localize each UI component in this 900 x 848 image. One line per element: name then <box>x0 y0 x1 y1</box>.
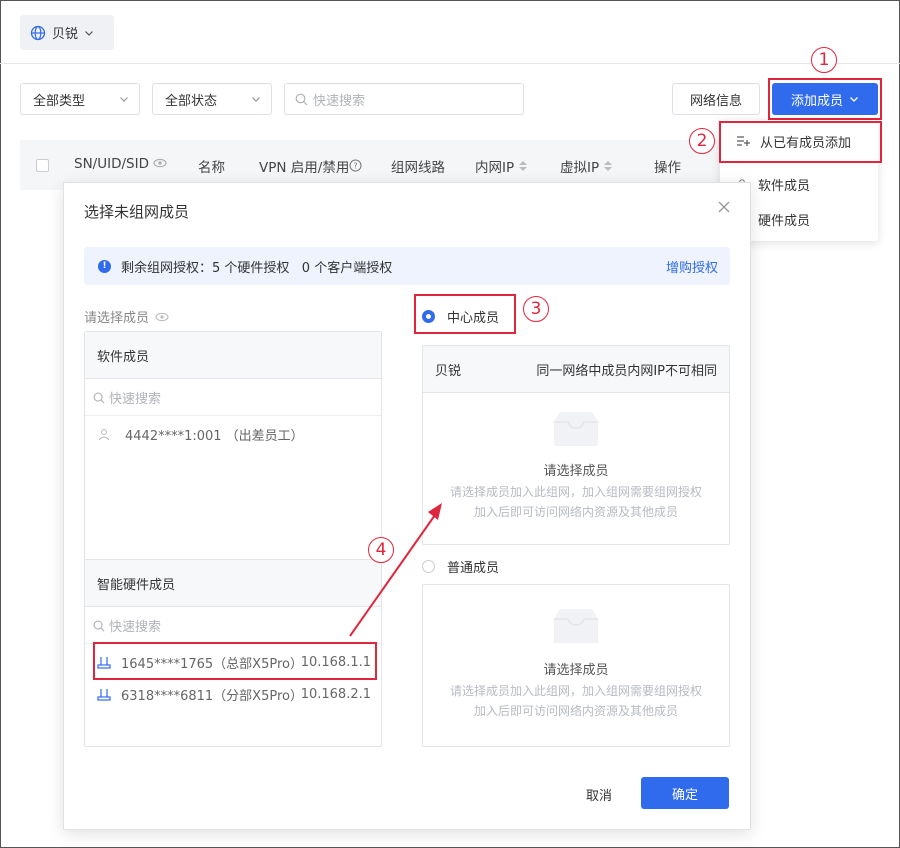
chevron-down-icon <box>120 97 128 102</box>
normal-member-radio[interactable]: 普通成员 <box>422 557 499 576</box>
annotation-box-4 <box>93 642 377 680</box>
member-name: 4442****1:001 （出差员工） <box>125 428 304 444</box>
annotation-box-2 <box>719 121 882 163</box>
empty-title: 请选择成员 <box>543 663 609 678</box>
help-icon: ? <box>349 159 362 172</box>
radio-unchecked[interactable] <box>422 560 435 573</box>
dialog-title: 选择未组网成员 <box>84 203 190 221</box>
empty-desc: 请选择成员加入此组网，加入组网需要组网授权 加入后即可访问网络内资源及其他成员 <box>449 684 702 718</box>
normal-member-label: 普通成员 <box>447 561 500 576</box>
center-ip-note: 同一网络中成员内网IP不可相同 <box>536 363 717 379</box>
normal-member-panel: 请选择成员 请选择成员加入此组网，加入组网需要组网授权 加入后即可访问网络内资源… <box>422 584 730 747</box>
member-ip: 10.168.2.1 <box>300 686 371 702</box>
divider <box>85 559 381 560</box>
col-virtual-ip: 虚拟IP <box>560 156 613 176</box>
network-name: 贝锐 <box>52 27 79 42</box>
select-all-checkbox[interactable] <box>36 158 49 172</box>
sort-icon[interactable] <box>603 160 613 172</box>
col-name: 名称 <box>198 160 225 176</box>
sort-icon[interactable] <box>518 160 528 172</box>
search-icon <box>295 93 308 105</box>
search-placeholder: 快速搜索 <box>313 93 366 109</box>
software-search-input[interactable]: 快速搜索 <box>85 380 381 416</box>
status-filter-select[interactable]: 全部状态 <box>152 83 272 115</box>
close-icon[interactable] <box>718 201 730 213</box>
col-actions: 操作 <box>654 160 681 176</box>
empty-inbox-icon <box>554 412 598 446</box>
top-divider <box>0 63 900 64</box>
member-select-label: 请选择成员 <box>84 307 169 326</box>
annotation-step-2: 2 <box>689 128 715 154</box>
divider <box>423 392 729 393</box>
network-selector[interactable]: 贝锐 <box>20 15 114 50</box>
license-info-bar: ! 剩余组网授权：5 个硬件授权 0 个客户端授权 增购授权 <box>84 247 730 285</box>
divider <box>85 606 381 607</box>
software-member-row[interactable]: 4442****1:001 （出差员工） <box>85 419 381 449</box>
status-filter-value: 全部状态 <box>165 93 218 109</box>
license-info-text: 剩余组网授权：5 个硬件授权 0 个客户端授权 <box>121 260 393 276</box>
col-sn: SN/UID/SID <box>74 156 167 172</box>
member-source-panel: 软件成员 快速搜索 4442****1:001 （出差员工） 智能硬件成员 快速… <box>84 331 382 747</box>
menu-item-label: 软件成员 <box>758 178 811 194</box>
center-member-panel: 贝锐 同一网络中成员内网IP不可相同 请选择成员 请选择成员加入此组网，加入组网… <box>422 345 730 545</box>
cancel-button[interactable]: 取消 <box>564 778 634 810</box>
col-vpn: VPN 启用/禁用? <box>259 156 362 176</box>
search-icon <box>93 620 105 631</box>
center-panel-header: 贝锐 同一网络中成员内网IP不可相同 <box>423 346 729 392</box>
center-network-name: 贝锐 <box>435 363 462 379</box>
col-line: 组网线路 <box>391 160 445 176</box>
type-filter-value: 全部类型 <box>33 93 86 109</box>
empty-inbox-icon <box>554 609 598 643</box>
select-members-dialog: 选择未组网成员 ! 剩余组网授权：5 个硬件授权 0 个客户端授权 增购授权 请… <box>63 182 751 830</box>
annotation-box-1 <box>768 78 882 120</box>
chevron-down-icon <box>252 97 260 102</box>
user-icon <box>98 429 110 441</box>
globe-icon <box>30 25 46 40</box>
hardware-members-header: 智能硬件成员 <box>85 560 381 606</box>
software-members-header: 软件成员 <box>85 332 381 378</box>
annotation-box-3 <box>414 294 516 334</box>
buy-license-link[interactable]: 增购授权 <box>666 257 718 276</box>
annotation-step-4: 4 <box>368 537 394 563</box>
eye-icon[interactable] <box>155 312 169 322</box>
confirm-button[interactable]: 确定 <box>641 777 729 809</box>
svg-text:?: ? <box>354 162 358 171</box>
type-filter-select[interactable]: 全部类型 <box>20 83 140 115</box>
annotation-step-1: 1 <box>811 47 837 73</box>
router-icon <box>97 689 111 701</box>
chevron-down-icon <box>85 30 93 36</box>
member-name: 6318****6811（分部X5Pro） <box>121 688 303 704</box>
annotation-step-3: 3 <box>523 296 549 322</box>
hardware-search-input[interactable]: 快速搜索 <box>85 608 381 644</box>
eye-icon <box>153 158 167 168</box>
divider <box>85 378 381 379</box>
empty-desc: 请选择成员加入此组网，加入组网需要组网授权 加入后即可访问网络内资源及其他成员 <box>449 485 702 519</box>
network-info-button[interactable]: 网络信息 <box>672 83 760 115</box>
empty-title: 请选择成员 <box>543 464 609 479</box>
hardware-member-row[interactable]: 6318****6811（分部X5Pro） 10.168.2.1 <box>85 679 381 709</box>
col-lan-ip: 内网IP <box>475 156 528 176</box>
menu-item-label: 硬件成员 <box>758 213 811 229</box>
search-icon <box>93 392 105 403</box>
info-icon: ! <box>98 259 111 273</box>
search-input[interactable]: 快速搜索 <box>284 83 524 115</box>
